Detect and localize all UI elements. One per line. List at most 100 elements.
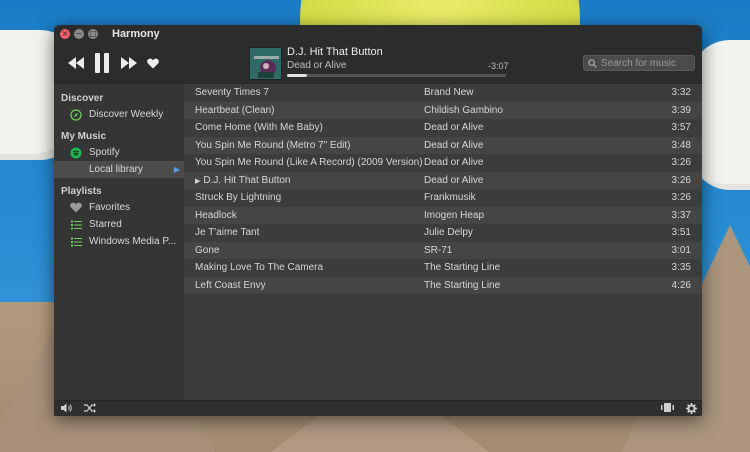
track-artist: Brand New <box>424 87 474 99</box>
selection-arrow-icon: ▶ <box>173 165 180 174</box>
settings-button[interactable] <box>686 403 697 414</box>
equalizer-icon <box>661 403 674 412</box>
now-playing-artist: Dead or Alive <box>287 60 347 71</box>
track-row[interactable]: You Spin Me Round (Metro 7" Edit) Dead o… <box>184 136 702 154</box>
seek-bar[interactable] <box>287 74 506 77</box>
sidebar-item-discover-weekly[interactable]: Discover Weekly <box>54 106 184 123</box>
app-window: × − □ Harmony D.J. Hit That Button Dead … <box>54 25 702 416</box>
track-duration: 3:48 <box>671 139 691 151</box>
sidebar-heading-playlists: Playlists <box>61 186 102 197</box>
track-title-cell: ▶ D.J. Hit That Button <box>184 175 424 186</box>
remaining-time: -3:07 <box>488 61 509 71</box>
track-title: Left Coast Envy <box>195 279 266 291</box>
now-playing-title: D.J. Hit That Button <box>287 46 383 58</box>
sidebar-item-label: Discover Weekly <box>89 109 164 120</box>
track-duration: 3:26 <box>671 174 691 186</box>
track-row[interactable]: Seventy Times 7 Brand New 3:32 <box>184 84 702 102</box>
track-artist: Imogen Heap <box>424 209 485 221</box>
track-row[interactable]: Left Coast Envy The Starting Line 4:26 <box>184 276 702 294</box>
track-artist: Frankmusik <box>424 192 476 204</box>
track-list: Seventy Times 7 Brand New 3:32 Heartbeat… <box>184 84 702 400</box>
spacer-icon <box>70 164 82 176</box>
sidebar-item-label: Starred <box>89 219 122 230</box>
main-area: Discover Discover Weekly My Music Spotif… <box>54 84 702 400</box>
track-duration: 3:57 <box>671 122 691 134</box>
track-duration: 3:26 <box>671 157 691 169</box>
sidebar-item-starred[interactable]: Starred <box>54 216 184 233</box>
window-title: Harmony <box>112 28 160 40</box>
status-bar <box>54 400 702 416</box>
search-icon <box>588 58 597 68</box>
heart-icon <box>147 58 159 69</box>
sidebar-item-label: Favorites <box>89 202 131 213</box>
minimize-window-button[interactable]: − <box>74 29 84 39</box>
rewind-icon <box>68 57 84 69</box>
now-playing-indicator-icon: ▶ <box>195 177 201 185</box>
track-title: Heartbeat (Clean) <box>195 104 275 116</box>
track-row[interactable]: Je T'aime Tant Julie Delpy 3:51 <box>184 224 702 242</box>
spotify-icon <box>70 147 82 159</box>
sidebar-item-local-library[interactable]: Local library ▶ <box>54 161 184 178</box>
compass-icon <box>70 108 82 121</box>
search-input[interactable] <box>601 57 693 69</box>
track-duration: 3:01 <box>671 244 691 256</box>
track-artist: Dead or Alive <box>424 139 484 151</box>
track-duration: 3:37 <box>671 209 691 221</box>
pause-icon <box>95 53 109 73</box>
sidebar: Discover Discover Weekly My Music Spotif… <box>54 84 184 400</box>
sidebar-item-windows-media-playlist[interactable]: Windows Media P... <box>54 233 184 250</box>
previous-button[interactable] <box>68 57 84 69</box>
track-title: Struck By Lightning <box>195 192 282 204</box>
track-row[interactable]: Heartbeat (Clean) Childish Gambino 3:39 <box>184 101 702 119</box>
track-title: D.J. Hit That Button <box>203 174 291 186</box>
search-box[interactable] <box>583 55 695 71</box>
player-toolbar: D.J. Hit That Button Dead or Alive -3:07 <box>54 43 702 84</box>
next-button[interactable] <box>121 57 137 69</box>
track-duration: 3:39 <box>671 104 691 116</box>
sidebar-item-favorites[interactable]: Favorites <box>54 199 184 216</box>
track-title: Seventy Times 7 <box>195 87 269 99</box>
track-artist: SR-71 <box>424 244 453 256</box>
maximize-window-button[interactable]: □ <box>88 29 98 39</box>
shuffle-icon <box>84 403 96 413</box>
volume-icon <box>61 403 72 413</box>
track-row[interactable]: Headlock Imogen Heap 3:37 <box>184 206 702 224</box>
heart-icon <box>70 202 82 214</box>
track-row-playing[interactable]: ▶ D.J. Hit That Button Dead or Alive 3:26 <box>184 171 702 189</box>
track-row[interactable]: You Spin Me Round (Like A Record) (2009 … <box>184 154 702 172</box>
track-artist: The Starting Line <box>424 279 501 291</box>
visualizer-button[interactable] <box>661 403 674 412</box>
gear-icon <box>686 403 697 414</box>
track-row[interactable]: Come Home (With Me Baby) Dead or Alive 3… <box>184 119 702 137</box>
sidebar-heading-discover: Discover <box>61 93 104 104</box>
track-artist: Dead or Alive <box>424 157 484 169</box>
track-title: You Spin Me Round (Like A Record) (2009 … <box>195 157 423 169</box>
track-row[interactable]: Gone SR-71 3:01 <box>184 241 702 259</box>
track-title: You Spin Me Round (Metro 7" Edit) <box>195 139 351 151</box>
shuffle-button[interactable] <box>84 403 96 413</box>
track-row[interactable]: Making Love To The Camera The Starting L… <box>184 259 702 277</box>
fast-forward-icon <box>121 57 137 69</box>
title-bar: × − □ Harmony <box>54 25 702 43</box>
sidebar-item-spotify[interactable]: Spotify <box>54 144 184 161</box>
sidebar-item-label: Local library <box>89 164 143 175</box>
track-artist: Dead or Alive <box>424 122 484 134</box>
track-artist: The Starting Line <box>424 262 501 274</box>
pause-button[interactable] <box>94 53 110 73</box>
sidebar-heading-my-music: My Music <box>61 131 107 142</box>
album-art <box>249 47 282 80</box>
track-duration: 4:26 <box>671 279 691 291</box>
close-window-button[interactable]: × <box>60 29 70 39</box>
volume-button[interactable] <box>61 403 73 413</box>
track-row[interactable]: Struck By Lightning Frankmusik 3:26 <box>184 189 702 207</box>
sidebar-item-label: Spotify <box>89 147 120 158</box>
track-duration: 3:35 <box>671 262 691 274</box>
list-icon <box>70 219 82 231</box>
track-title: Je T'aime Tant <box>195 227 260 239</box>
list-icon <box>70 236 82 248</box>
seek-bar-fill <box>287 74 307 77</box>
track-title: Headlock <box>195 209 237 221</box>
sidebar-item-label: Windows Media P... <box>89 236 177 247</box>
love-button[interactable] <box>147 58 159 69</box>
track-title: Come Home (With Me Baby) <box>195 122 323 134</box>
